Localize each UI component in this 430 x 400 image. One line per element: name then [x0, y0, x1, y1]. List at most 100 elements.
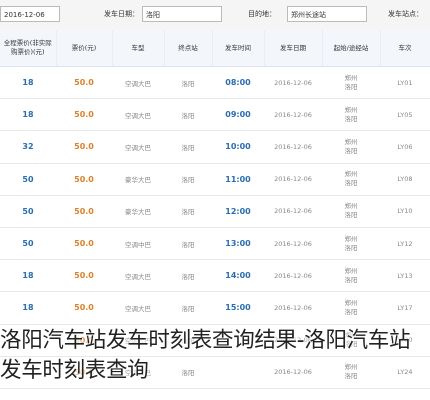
bus-type-cell: 豪华大巴 — [112, 163, 164, 196]
bus-code-cell: LY06 — [380, 130, 430, 164]
bus-type-cell: 空调大巴 — [112, 98, 164, 132]
table-header: 全程票价(非实际购票价)(元) 票价(元) 车型 终点站 发车时间 发车日期 起… — [0, 30, 430, 67]
destination-input[interactable]: 洛阳 — [142, 6, 222, 22]
depart-time-cell: 14:00 — [212, 259, 264, 293]
route-from: 郑州 — [344, 202, 358, 211]
terminal-cell: 洛阳 — [164, 66, 212, 100]
table-row[interactable]: 50 50.0 空调中巴 洛阳 13:00 2016-12-06 郑州 洛阳 LY12 — [0, 227, 430, 261]
bus-type-cell: 空调大巴 — [112, 259, 164, 293]
route-cell: 郑州 洛阳 — [322, 98, 380, 132]
col-header-depart-date: 发车日期 — [264, 30, 323, 67]
bus-type-cell: 空调大巴 — [112, 291, 164, 325]
depart-date-cell: 2016-12-06 — [264, 130, 322, 164]
col-header-terminal: 终点站 — [164, 30, 213, 67]
table-row[interactable]: 18 50.0 空调大巴 洛阳 09:00 2016-12-06 郑州 洛阳 LY05 — [0, 98, 430, 132]
route-via: 洛阳 — [344, 114, 358, 123]
seat-count-cell: 18 — [0, 66, 56, 100]
depart-date-cell: 2016-12-06 — [264, 291, 322, 325]
seat-count-cell: 18 — [0, 98, 56, 132]
bus-code-cell: LY13 — [380, 259, 430, 293]
col-header-bus-type: 车型 — [112, 30, 165, 67]
page-caption: 洛阳汽车站发车时刻表查询结果-洛阳汽车站发车时刻表查询 — [0, 328, 411, 383]
route-from: 郑州 — [344, 170, 358, 179]
depart-date-cell: 2016-12-06 — [264, 163, 322, 196]
destination-label: 目的地： — [248, 10, 276, 18]
table-row[interactable]: 18 50.0 空调大巴 洛阳 08:00 2016-12-06 郑州 洛阳 LY01 — [0, 66, 430, 100]
depart-date-cell: 2016-12-06 — [264, 227, 322, 261]
table-row[interactable]: 50 50.0 豪华大巴 洛阳 11:00 2016-12-06 郑州 洛阳 LY08 — [0, 163, 430, 196]
route-from: 郑州 — [344, 234, 358, 243]
price-cell: 50.0 — [56, 98, 112, 132]
route-via: 洛阳 — [344, 275, 358, 284]
depart-time-cell: 09:00 — [212, 98, 264, 132]
seat-count-cell: 50 — [0, 195, 56, 228]
route-from: 郑州 — [344, 73, 358, 82]
col-header-bus-code: 车次 — [380, 30, 430, 67]
col-header-full-price: 全程票价(非实际购票价)(元) — [0, 30, 57, 67]
depart-date-cell: 2016-12-06 — [264, 98, 322, 132]
seat-count-cell: 32 — [0, 130, 56, 164]
price-cell: 50.0 — [56, 163, 112, 196]
price-cell: 50.0 — [56, 227, 112, 261]
search-bar: 2016-12-06 发车日期： 洛阳 目的地： 郑州长途站 发车站点： — [0, 0, 430, 31]
route-cell: 郑州 洛阳 — [322, 195, 380, 228]
route-from: 郑州 — [344, 137, 358, 146]
route-cell: 郑州 洛阳 — [322, 259, 380, 293]
price-cell: 50.0 — [56, 130, 112, 164]
depart-time-cell: 12:00 — [212, 195, 264, 228]
depart-date-input[interactable]: 2016-12-06 — [0, 6, 60, 22]
price-cell: 50.0 — [56, 259, 112, 293]
terminal-cell: 洛阳 — [164, 227, 212, 261]
depart-date-label: 发车日期： — [104, 10, 139, 18]
table-row[interactable]: 32 50.0 空调大巴 洛阳 10:00 2016-12-06 郑州 洛阳 LY06 — [0, 130, 430, 164]
col-header-route: 起始/途经站 — [322, 30, 381, 67]
terminal-cell: 洛阳 — [164, 163, 212, 196]
depart-time-cell: 10:00 — [212, 130, 264, 164]
route-from: 郑州 — [344, 298, 358, 307]
route-via: 洛阳 — [344, 211, 358, 220]
bus-code-cell: LY05 — [380, 98, 430, 132]
route-cell: 郑州 洛阳 — [322, 227, 380, 261]
seat-count-cell: 50 — [0, 227, 56, 261]
terminal-cell: 洛阳 — [164, 98, 212, 132]
bus-code-cell: LY10 — [380, 195, 430, 228]
depart-time-cell: 08:00 — [212, 66, 264, 100]
depart-date-cell: 2016-12-06 — [264, 259, 322, 293]
station-label: 发车站点： — [388, 10, 423, 18]
terminal-cell: 洛阳 — [164, 130, 212, 164]
route-via: 洛阳 — [344, 243, 358, 252]
depart-time-cell: 15:00 — [212, 291, 264, 325]
route-via: 洛阳 — [344, 146, 358, 155]
price-cell: 50.0 — [56, 195, 112, 228]
price-cell: 50.0 — [56, 291, 112, 325]
bus-code-cell: LY17 — [380, 291, 430, 325]
route-via: 洛阳 — [344, 82, 358, 91]
route-cell: 郑州 洛阳 — [322, 163, 380, 196]
station-input[interactable]: 郑州长途站 — [287, 6, 367, 22]
depart-date-cell: 2016-12-06 — [264, 66, 322, 100]
col-header-depart-time: 发车时间 — [212, 30, 265, 67]
col-header-price: 票价(元) — [56, 30, 113, 67]
seat-count-cell: 50 — [0, 163, 56, 196]
depart-time-cell: 11:00 — [212, 163, 264, 196]
route-from: 郑州 — [344, 266, 358, 275]
seat-count-cell: 18 — [0, 259, 56, 293]
seat-count-cell: 18 — [0, 291, 56, 325]
price-cell: 50.0 — [56, 66, 112, 100]
table-row[interactable]: 50 50.0 豪华大巴 洛阳 12:00 2016-12-06 郑州 洛阳 LY10 — [0, 195, 430, 228]
depart-time-cell: 13:00 — [212, 227, 264, 261]
route-cell: 郑州 洛阳 — [322, 291, 380, 325]
depart-date-cell: 2016-12-06 — [264, 195, 322, 228]
page: 2016-12-06 发车日期： 洛阳 目的地： 郑州长途站 发车站点： 全程票… — [0, 0, 430, 400]
table-row[interactable]: 18 50.0 空调大巴 洛阳 15:00 2016-12-06 郑州 洛阳 LY17 — [0, 291, 430, 325]
bus-type-cell: 空调中巴 — [112, 227, 164, 261]
route-via: 洛阳 — [344, 179, 358, 188]
route-from: 郑州 — [344, 105, 358, 114]
terminal-cell: 洛阳 — [164, 291, 212, 325]
route-via: 洛阳 — [344, 307, 358, 316]
bus-code-cell: LY08 — [380, 163, 430, 196]
table-row[interactable]: 18 50.0 空调大巴 洛阳 14:00 2016-12-06 郑州 洛阳 LY13 — [0, 259, 430, 293]
route-cell: 郑州 洛阳 — [322, 130, 380, 164]
bus-type-cell: 空调大巴 — [112, 66, 164, 100]
bus-code-cell: LY01 — [380, 66, 430, 100]
